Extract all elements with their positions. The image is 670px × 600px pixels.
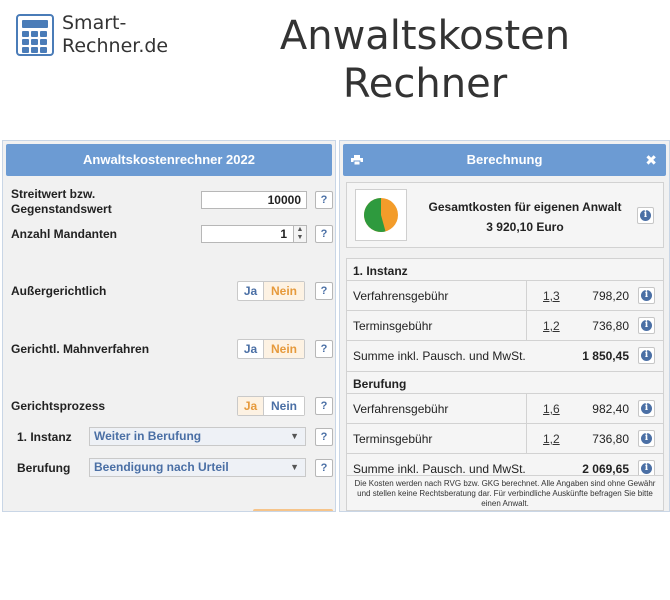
site-logo[interactable]: Smart- Rechner.de bbox=[16, 12, 186, 60]
streitwert-help-button[interactable]: ? bbox=[315, 191, 333, 209]
fee-amount: 736,80 bbox=[592, 432, 629, 446]
instanz1-row: 1. Instanz Weiter in Berufung ▼ ? bbox=[11, 427, 335, 449]
cost-pie-chart bbox=[355, 189, 407, 241]
result-panel: Berechnung ✖ Gesamtkosten für eigenen An… bbox=[339, 140, 670, 512]
info-icon[interactable] bbox=[638, 400, 655, 417]
site-name: Smart- Rechner.de bbox=[62, 12, 169, 57]
info-icon[interactable] bbox=[638, 430, 655, 447]
close-icon[interactable]: ✖ bbox=[645, 144, 657, 176]
info-icon[interactable] bbox=[638, 317, 655, 334]
streitwert-input[interactable]: 10000 bbox=[201, 191, 307, 209]
calculator-form-panel: Anwaltskostenrechner 2022 Streitwert bzw… bbox=[2, 140, 336, 512]
fee-name: Terminsgebühr bbox=[353, 319, 433, 333]
aussergerichtlich-nein-button[interactable]: Nein bbox=[264, 282, 304, 300]
result-panel-title: Berechnung bbox=[466, 152, 543, 167]
mahnverfahren-help-button[interactable]: ? bbox=[315, 340, 333, 358]
instanz1-label: 1. Instanz bbox=[17, 430, 72, 444]
calculate-button[interactable] bbox=[253, 509, 333, 511]
fee-factor-link[interactable]: 1,2 bbox=[543, 432, 560, 446]
calculator-icon bbox=[16, 14, 54, 56]
mahnverfahren-label: Gerichtl. Mahnverfahren bbox=[11, 342, 150, 356]
page-title: Anwaltskosten Rechner bbox=[279, 13, 571, 107]
berufung-help-button[interactable]: ? bbox=[315, 459, 333, 477]
gerichtsprozess-help-button[interactable]: ? bbox=[315, 397, 333, 415]
fee-factor-link[interactable]: 1,6 bbox=[543, 402, 560, 416]
mahnverfahren-row: Gerichtl. Mahnverfahren Ja Nein ? bbox=[11, 339, 335, 361]
gerichtsprozess-row: Gerichtsprozess Ja Nein ? bbox=[11, 396, 335, 418]
berufung-selected-value: Beendigung nach Urteil bbox=[94, 460, 229, 474]
spinner-arrows-icon[interactable]: ▲ ▼ bbox=[293, 225, 307, 243]
form-panel-title: Anwaltskostenrechner 2022 bbox=[6, 144, 332, 176]
chevron-down-icon: ▼ bbox=[290, 431, 299, 441]
info-icon[interactable] bbox=[638, 287, 655, 304]
aussergerichtlich-ja-button[interactable]: Ja bbox=[238, 282, 264, 300]
total-label: Summe inkl. Pausch. und MwSt. bbox=[353, 349, 526, 363]
total-row: Summe inkl. Pausch. und MwSt. 1 850,45 bbox=[347, 341, 663, 371]
gerichtsprozess-ja-button[interactable]: Ja bbox=[238, 397, 264, 415]
info-icon[interactable] bbox=[637, 207, 654, 224]
gerichtsprozess-toggle[interactable]: Ja Nein bbox=[237, 396, 305, 416]
aussergerichtlich-row: Außergerichtlich Ja Nein ? bbox=[11, 281, 335, 303]
mahnverfahren-ja-button[interactable]: Ja bbox=[238, 340, 264, 358]
fee-amount: 982,40 bbox=[592, 402, 629, 416]
mahnverfahren-nein-button[interactable]: Nein bbox=[264, 340, 304, 358]
mandanten-stepper[interactable]: 1 ▲ ▼ bbox=[201, 225, 307, 243]
fee-row: Verfahrensgebühr 1,6 982,40 bbox=[347, 394, 663, 424]
chevron-down-icon: ▼ bbox=[290, 462, 299, 472]
fee-row: Terminsgebühr 1,2 736,80 bbox=[347, 311, 663, 341]
result-panel-header: Berechnung ✖ bbox=[343, 144, 666, 176]
aussergerichtlich-help-button[interactable]: ? bbox=[315, 282, 333, 300]
fee-amount: 736,80 bbox=[592, 319, 629, 333]
total-summary: Gesamtkosten für eigenen Anwalt 3 920,10… bbox=[346, 182, 664, 248]
berufung-section-title: Berufung bbox=[347, 372, 663, 394]
instanz1-selected-value: Weiter in Berufung bbox=[94, 429, 202, 443]
berufung-section: Berufung Verfahrensgebühr 1,6 982,40 Ter… bbox=[346, 371, 664, 485]
total-cost-value: 3 920,10 Euro bbox=[486, 220, 564, 234]
instanz1-help-button[interactable]: ? bbox=[315, 428, 333, 446]
fee-factor-link[interactable]: 1,2 bbox=[543, 319, 560, 333]
fee-factor-link[interactable]: 1,3 bbox=[543, 289, 560, 303]
mandanten-help-button[interactable]: ? bbox=[315, 225, 333, 243]
info-icon[interactable] bbox=[638, 347, 655, 364]
mandanten-label: Anzahl Mandanten bbox=[11, 227, 118, 241]
print-icon[interactable] bbox=[351, 155, 363, 165]
berufung-row: Berufung Beendigung nach Urteil ▼ ? bbox=[11, 458, 335, 480]
fee-name: Terminsgebühr bbox=[353, 432, 433, 446]
pie-icon bbox=[364, 198, 398, 232]
fee-amount: 798,20 bbox=[592, 289, 629, 303]
total-amount: 2 069,65 bbox=[582, 462, 629, 476]
fee-row: Terminsgebühr 1,2 736,80 bbox=[347, 424, 663, 454]
total-cost-label: Gesamtkosten für eigenen Anwalt bbox=[428, 200, 622, 214]
berufung-label: Berufung bbox=[17, 461, 71, 475]
fee-name: Verfahrensgebühr bbox=[353, 289, 449, 303]
mandanten-value: 1 bbox=[280, 227, 287, 241]
aussergerichtlich-label: Außergerichtlich bbox=[11, 284, 107, 298]
instanz1-section: 1. Instanz Verfahrensgebühr 1,3 798,20 T… bbox=[346, 258, 664, 372]
streitwert-row: Streitwert bzw. Gegenstandswert 10000 ? bbox=[11, 187, 335, 217]
mahnverfahren-toggle[interactable]: Ja Nein bbox=[237, 339, 305, 359]
streitwert-label: Streitwert bzw. Gegenstandswert bbox=[11, 187, 112, 216]
total-amount: 1 850,45 bbox=[582, 349, 629, 363]
instanz1-section-title: 1. Instanz bbox=[347, 259, 663, 281]
fee-row: Verfahrensgebühr 1,3 798,20 bbox=[347, 281, 663, 311]
gerichtsprozess-label: Gerichtsprozess bbox=[11, 399, 106, 413]
total-label: Summe inkl. Pausch. und MwSt. bbox=[353, 462, 526, 476]
fee-name: Verfahrensgebühr bbox=[353, 402, 449, 416]
instanz1-select[interactable]: Weiter in Berufung ▼ bbox=[89, 427, 306, 446]
disclaimer-text: Die Kosten werden nach RVG bzw. GKG bere… bbox=[346, 475, 664, 511]
gerichtsprozess-nein-button[interactable]: Nein bbox=[264, 397, 304, 415]
berufung-select[interactable]: Beendigung nach Urteil ▼ bbox=[89, 458, 306, 477]
mandanten-row: Anzahl Mandanten 1 ▲ ▼ ? bbox=[11, 225, 335, 245]
aussergerichtlich-toggle[interactable]: Ja Nein bbox=[237, 281, 305, 301]
